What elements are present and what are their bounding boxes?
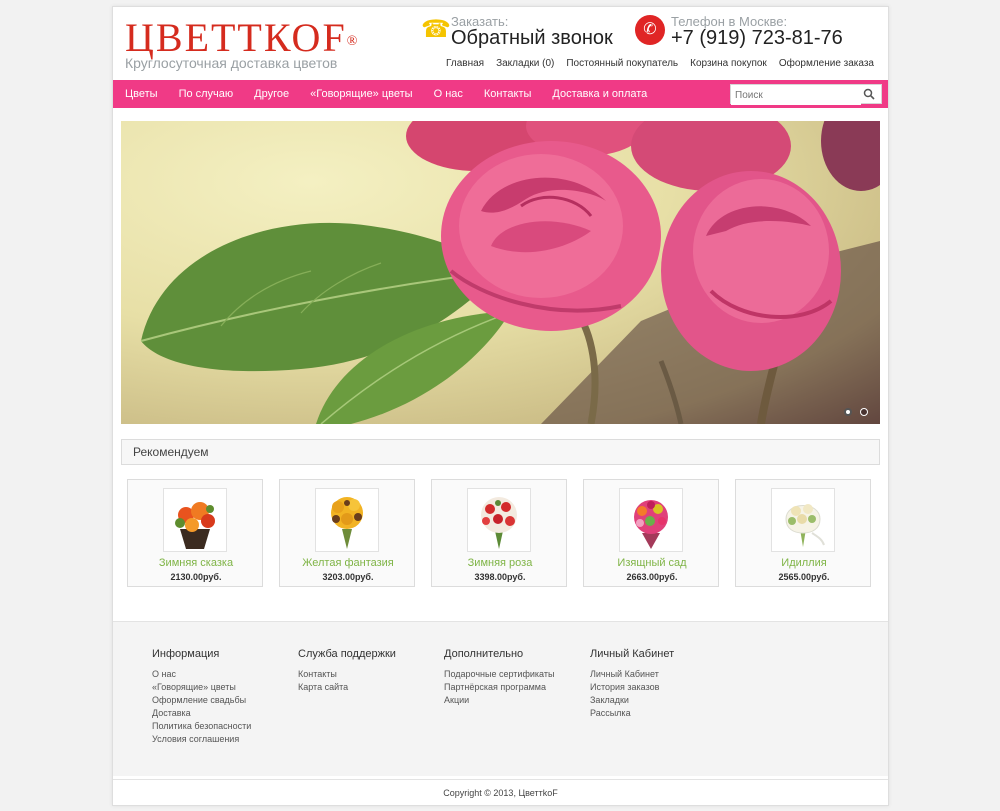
main-nav: Цветы По случаю Другое «Говорящие» цветы…	[113, 80, 888, 108]
footer-link[interactable]: Подарочные сертификаты	[444, 668, 554, 681]
logo-registered-mark: ®	[346, 34, 358, 49]
footer-link[interactable]: Условия соглашения	[152, 733, 251, 746]
product-card[interactable]: Изящный сад 2663.00руб.	[583, 479, 719, 587]
top-link-bookmarks[interactable]: Закладки (0)	[496, 58, 554, 69]
footer-column-account: Личный Кабинет Личный Кабинет История за…	[590, 648, 674, 720]
nav-item-contacts[interactable]: Контакты	[472, 88, 532, 100]
delivery-badge-icon: ✆	[635, 15, 665, 45]
nav-item-flowers[interactable]: Цветы	[113, 88, 158, 100]
top-link-checkout[interactable]: Оформление заказа	[779, 58, 874, 69]
product-image[interactable]	[315, 488, 379, 552]
nav-item-other[interactable]: Другое	[242, 88, 289, 100]
footer-link[interactable]: Личный Кабинет	[590, 668, 674, 681]
site-footer: Информация О нас «Говорящие» цветы Оформ…	[113, 621, 888, 776]
search-icon[interactable]	[863, 88, 875, 100]
footer-link[interactable]: «Говорящие» цветы	[152, 681, 251, 694]
search-box	[730, 84, 882, 105]
footer-link[interactable]: Политика безопасности	[152, 720, 251, 733]
recommended-heading: Рекомендуем	[121, 439, 880, 465]
recommended-products: Зимняя сказка 2130.00руб. Желтая фантази…	[127, 479, 874, 589]
slider-dot-2[interactable]	[860, 408, 868, 416]
footer-link[interactable]: История заказов	[590, 681, 674, 694]
product-image[interactable]	[163, 488, 227, 552]
bouquet-image	[634, 500, 668, 549]
product-name[interactable]: Зимняя сказка	[128, 557, 264, 569]
product-name[interactable]: Желтая фантазия	[280, 557, 416, 569]
footer-column-info: Информация О нас «Говорящие» цветы Оформ…	[152, 648, 251, 746]
product-card[interactable]: Желтая фантазия 3203.00руб.	[279, 479, 415, 587]
hero-slider[interactable]	[121, 121, 880, 424]
product-image[interactable]	[619, 488, 683, 552]
product-price: 2663.00руб.	[626, 572, 678, 582]
nav-item-delivery[interactable]: Доставка и оплата	[540, 88, 647, 100]
roses-banner-image	[140, 121, 880, 424]
product-name[interactable]: Идиллия	[736, 557, 872, 569]
footer-column-title: Дополнительно	[444, 648, 524, 660]
site-tagline: Круглосуточная доставка цветов	[125, 55, 338, 71]
footer-link[interactable]: Контакты	[298, 668, 396, 681]
product-image[interactable]	[467, 488, 531, 552]
product-image[interactable]	[771, 488, 835, 552]
phone-handset-icon: ☎	[421, 16, 451, 43]
footer-column-support: Служба поддержки Контакты Карта сайта	[298, 648, 396, 694]
footer-link[interactable]: Рассылка	[590, 707, 674, 720]
bouquet-image	[785, 504, 825, 547]
nav-item-about[interactable]: О нас	[422, 88, 463, 100]
top-links: Главная Закладки (0) Постоянный покупате…	[446, 58, 874, 69]
product-card[interactable]: Зимняя роза 3398.00руб.	[431, 479, 567, 587]
product-name[interactable]: Зимняя роза	[432, 557, 568, 569]
bouquet-image	[331, 497, 363, 549]
footer-column-extra: Дополнительно Подарочные сертификаты Пар…	[444, 648, 554, 707]
top-link-cart[interactable]: Корзина покупок	[690, 58, 767, 69]
nav-item-talking-flowers[interactable]: «Говорящие» цветы	[298, 88, 412, 100]
copyright-text: Copyright © 2013, ЦветтkoF	[113, 779, 888, 805]
footer-link[interactable]: Партнёрская программа	[444, 681, 554, 694]
footer-link[interactable]: Карта сайта	[298, 681, 396, 694]
top-link-home[interactable]: Главная	[446, 58, 484, 69]
product-price: 3398.00руб.	[474, 572, 526, 582]
bouquet-image	[481, 497, 517, 549]
footer-link[interactable]: Закладки	[590, 694, 674, 707]
product-price: 2130.00руб.	[170, 572, 222, 582]
footer-column-title: Личный Кабинет	[590, 648, 675, 660]
top-link-account[interactable]: Постоянный покупатель	[566, 58, 678, 69]
slider-dots	[844, 408, 868, 416]
logo-text: ЦВЕТТКОF	[125, 15, 347, 60]
search-input[interactable]	[731, 86, 861, 105]
footer-link[interactable]: Доставка	[152, 707, 251, 720]
footer-link[interactable]: О нас	[152, 668, 251, 681]
page-container: ЦВЕТТКОF® Круглосуточная доставка цветов…	[112, 6, 889, 806]
bouquet-image	[175, 502, 215, 549]
footer-link[interactable]: Акции	[444, 694, 554, 707]
product-price: 3203.00руб.	[322, 572, 374, 582]
nav-item-occasion[interactable]: По случаю	[167, 88, 234, 100]
product-price: 2565.00руб.	[778, 572, 830, 582]
callback-link[interactable]: Обратный звонок	[451, 27, 613, 50]
product-card[interactable]: Зимняя сказка 2130.00руб.	[127, 479, 263, 587]
footer-column-title: Служба поддержки	[298, 648, 396, 660]
product-card[interactable]: Идиллия 2565.00руб.	[735, 479, 871, 587]
footer-column-title: Информация	[152, 648, 220, 660]
phone-number: +7 (919) 723-81-76	[671, 27, 843, 49]
product-name[interactable]: Изящный сад	[584, 557, 720, 569]
slider-dot-1[interactable]	[844, 408, 852, 416]
footer-link[interactable]: Оформление свадьбы	[152, 694, 251, 707]
